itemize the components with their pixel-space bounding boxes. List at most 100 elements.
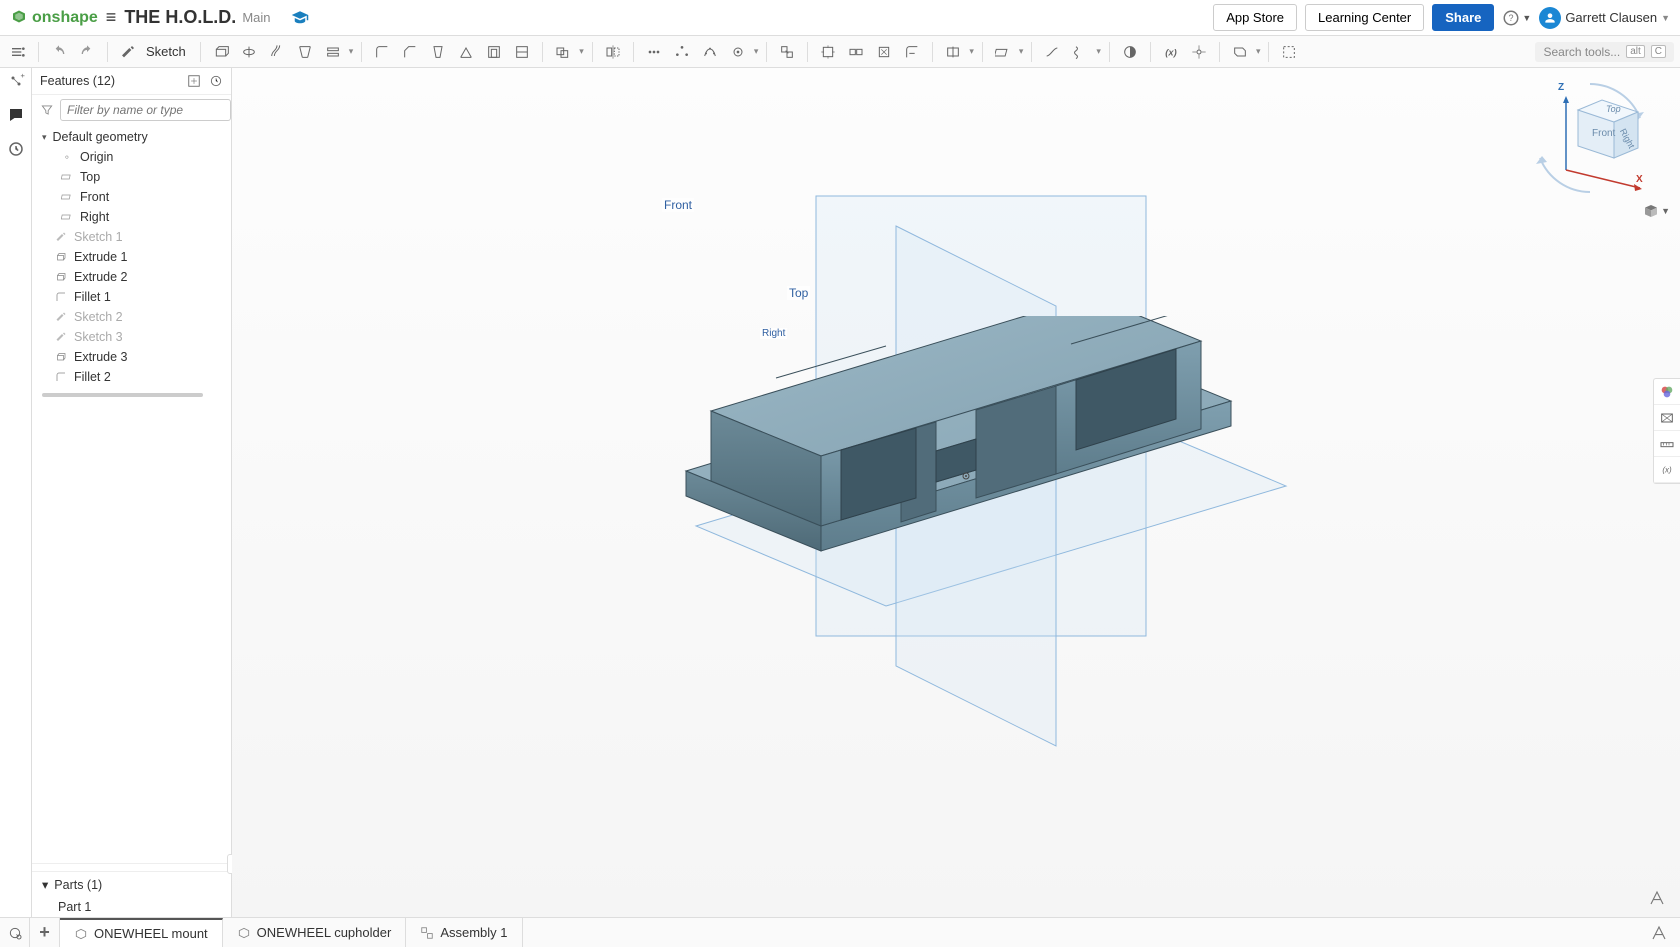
document-title[interactable]: THE H.O.L.D. [124,7,236,28]
revolve-icon[interactable] [237,40,261,64]
extrude-icon[interactable] [209,40,233,64]
split-icon[interactable] [941,40,965,64]
sweep-icon[interactable] [265,40,289,64]
fillet-icon[interactable] [370,40,394,64]
tree-feature-4[interactable]: Sketch 2 [32,307,231,327]
help-button[interactable]: ? ▼ [1502,9,1531,27]
move-face-icon[interactable] [816,40,840,64]
education-icon[interactable] [291,9,309,27]
parts-header[interactable]: ▾Parts (1) [32,871,231,897]
transform-icon[interactable] [775,40,799,64]
undo-icon[interactable] [47,40,71,64]
avatar-icon [1539,7,1561,29]
logo-text: onshape [32,9,98,27]
history-icon[interactable] [7,140,25,158]
rollback-bar[interactable] [42,393,203,397]
user-menu[interactable]: Garrett Clausen ▼ [1539,7,1670,29]
insert-feature-icon[interactable] [187,74,201,88]
sheetmetal-icon[interactable] [1228,40,1252,64]
filter-input[interactable] [60,99,231,121]
sketch-label[interactable]: Sketch [146,44,186,59]
search-tools-placeholder: Search tools... [1543,45,1620,59]
mirror-icon[interactable] [601,40,625,64]
draft-icon[interactable] [426,40,450,64]
mass-props-icon[interactable] [1654,405,1680,431]
add-tab-icon[interactable]: + [30,918,60,947]
plane-icon [60,170,74,184]
chamfer-icon[interactable] [398,40,422,64]
svg-text:(x): (x) [1165,47,1176,57]
boolean-icon[interactable] [551,40,575,64]
measure-icon[interactable] [1654,431,1680,457]
hole-icon[interactable] [726,40,750,64]
tab-manager-icon[interactable] [0,918,30,947]
tab-onewheel-cupholder[interactable]: ONEWHEEL cupholder [223,918,407,947]
delete-face-icon[interactable] [872,40,896,64]
plane-label-top: Top [787,286,810,300]
branch-label[interactable]: Main [242,10,270,25]
tree-feature-7[interactable]: Fillet 2 [32,367,231,387]
3d-viewport[interactable]: Front Top Right [232,68,1680,917]
tree-feature-6[interactable]: Extrude 3 [32,347,231,367]
extrude-icon [54,350,68,364]
onshape-logo[interactable]: onshape [10,9,98,27]
tree-front-plane[interactable]: Front [32,187,231,207]
pencil-icon [54,230,68,244]
learning-center-button[interactable]: Learning Center [1305,4,1424,31]
add-feature-icon[interactable]: + [7,72,25,90]
modify-fillet-icon[interactable] [900,40,924,64]
tree-feature-3[interactable]: Fillet 1 [32,287,231,307]
rollback-icon[interactable] [209,74,223,88]
rib-icon[interactable] [454,40,478,64]
curve-icon[interactable] [1040,40,1064,64]
hamburger-icon[interactable]: ≡ [106,7,117,28]
thicken-icon[interactable] [321,40,345,64]
loft-icon[interactable] [293,40,317,64]
filter-icon[interactable] [40,103,54,117]
fillet-icon [54,370,68,384]
settings-icon[interactable] [6,40,30,64]
plane-icon [60,210,74,224]
appearance-icon[interactable] [1654,379,1680,405]
wrap-icon[interactable] [510,40,534,64]
helix-icon[interactable] [1068,40,1092,64]
tree-feature-1[interactable]: Extrude 1 [32,247,231,267]
curve-pattern-icon[interactable] [698,40,722,64]
variable-icon[interactable]: (x) [1159,40,1183,64]
search-tools[interactable]: Search tools... alt C [1535,42,1674,62]
check-icon[interactable]: (x) [1654,457,1680,483]
tree-default-geometry[interactable]: ▾Default geometry [32,127,231,147]
svg-text:?: ? [1509,13,1514,23]
circular-pattern-icon[interactable] [670,40,694,64]
tree-right-plane[interactable]: Right [32,207,231,227]
mate-connector-icon[interactable] [1187,40,1211,64]
tree-origin[interactable]: ◦Origin [32,147,231,167]
extrude-icon [54,270,68,284]
tree-top-plane[interactable]: Top [32,167,231,187]
units-footer-icon[interactable] [1650,924,1680,942]
tree-feature-2[interactable]: Extrude 2 [32,267,231,287]
sketch-icon[interactable] [116,40,140,64]
tree-part-1[interactable]: Part 1 [32,897,231,917]
replace-face-icon[interactable] [844,40,868,64]
linear-pattern-icon[interactable] [642,40,666,64]
tree-feature-0[interactable]: Sketch 1 [32,227,231,247]
fillet-icon [54,290,68,304]
tree-feature-5[interactable]: Sketch 3 [32,327,231,347]
section-view-icon[interactable] [1118,40,1142,64]
units-icon[interactable] [1648,889,1666,907]
selection-icon[interactable] [1277,40,1301,64]
comments-icon[interactable] [7,106,25,124]
share-button[interactable]: Share [1432,4,1494,31]
view-cube[interactable]: Front Top Right Z X [1530,78,1650,198]
pencil-icon [54,310,68,324]
app-store-button[interactable]: App Store [1213,4,1297,31]
view-mode-button[interactable]: ▼ [1643,203,1670,219]
axis-x-label: X [1636,174,1643,185]
tab-assembly-1[interactable]: Assembly 1 [406,918,522,947]
shell-icon[interactable] [482,40,506,64]
plane-icon[interactable] [991,40,1015,64]
redo-icon[interactable] [75,40,99,64]
tab-onewheel-mount[interactable]: ONEWHEEL mount [60,918,223,947]
svg-text:Top: Top [1606,104,1621,114]
